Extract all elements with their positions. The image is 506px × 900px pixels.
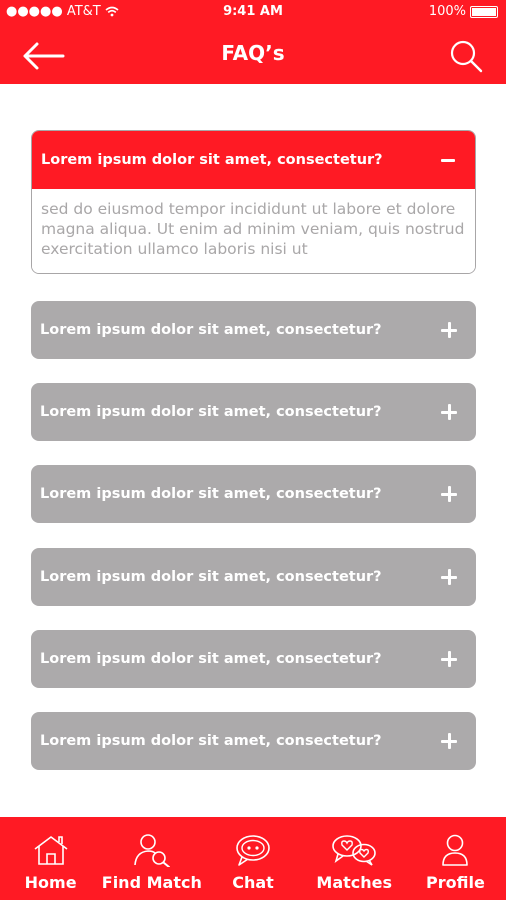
- profile-icon: [438, 833, 472, 867]
- nav-label: Profile: [426, 873, 485, 892]
- faq-question: Lorem ipsum dolor sit amet, consectetur?: [41, 152, 383, 168]
- search-icon: [450, 40, 483, 73]
- faq-question-header[interactable]: Lorem ipsum dolor sit amet, consectetur?: [31, 712, 476, 770]
- nav-profile[interactable]: Profile: [405, 817, 506, 900]
- search-button[interactable]: [446, 36, 486, 76]
- faq-answer: sed do eiusmod tempor incididunt ut labo…: [32, 189, 475, 273]
- chat-icon: [234, 833, 272, 867]
- nav-find-match[interactable]: Find Match: [101, 817, 202, 900]
- nav-label: Chat: [232, 873, 274, 892]
- expand-icon[interactable]: [440, 732, 458, 750]
- nav-home[interactable]: Home: [0, 817, 101, 900]
- faq-question: Lorem ipsum dolor sit amet, consectetur?: [40, 404, 382, 420]
- faq-question-header[interactable]: Lorem ipsum dolor sit amet, consectetur?: [31, 383, 476, 441]
- nav-label: Matches: [316, 873, 393, 892]
- faq-question: Lorem ipsum dolor sit amet, consectetur?: [40, 322, 382, 338]
- faq-question: Lorem ipsum dolor sit amet, consectetur?: [40, 569, 382, 585]
- faq-question: Lorem ipsum dolor sit amet, consectetur?: [40, 733, 382, 749]
- expand-icon[interactable]: [440, 403, 458, 421]
- battery-percent: 100%: [428, 4, 466, 19]
- nav-label: Find Match: [101, 873, 202, 892]
- faq-question: Lorem ipsum dolor sit amet, consectetur?: [40, 486, 382, 502]
- bottom-nav: Home Find Match Chat Matches Profile: [0, 817, 506, 900]
- status-right: 100%: [429, 4, 498, 19]
- faq-item[interactable]: Lorem ipsum dolor sit amet, consectetur?: [31, 301, 476, 359]
- faq-question-header[interactable]: Lorem ipsum dolor sit amet, consectetur?: [31, 548, 476, 606]
- faq-question-header[interactable]: Lorem ipsum dolor sit amet, consectetur?: [31, 465, 476, 523]
- status-bar: ●●●●● AT&T 9:41 AM 100%: [0, 0, 506, 24]
- expand-icon[interactable]: [440, 485, 458, 503]
- expand-icon[interactable]: [440, 321, 458, 339]
- faq-item[interactable]: Lorem ipsum dolor sit amet, consectetur?: [31, 548, 476, 606]
- nav-label: Home: [24, 873, 77, 892]
- expand-icon[interactable]: [440, 650, 458, 668]
- top-bar: ●●●●● AT&T 9:41 AM 100% FAQ’s: [0, 0, 506, 84]
- faq-question: Lorem ipsum dolor sit amet, consectetur?: [40, 651, 382, 667]
- faq-question-header[interactable]: Lorem ipsum dolor sit amet, consectetur?: [31, 630, 476, 688]
- faq-item[interactable]: Lorem ipsum dolor sit amet, consectetur?: [31, 712, 476, 770]
- page-title: FAQ’s: [221, 41, 285, 65]
- faq-item[interactable]: Lorem ipsum dolor sit amet, consectetur?: [31, 383, 476, 441]
- faq-question-header[interactable]: Lorem ipsum dolor sit amet, consectetur?: [31, 301, 476, 359]
- nav-chat[interactable]: Chat: [202, 817, 303, 900]
- find-match-icon: [133, 833, 171, 867]
- faq-item[interactable]: Lorem ipsum dolor sit amet, consectetur?: [31, 465, 476, 523]
- matches-icon: [331, 833, 377, 867]
- faq-item[interactable]: Lorem ipsum dolor sit amet, consectetur?: [31, 630, 476, 688]
- faq-question-header[interactable]: Lorem ipsum dolor sit amet, consectetur?: [32, 131, 475, 189]
- nav-matches[interactable]: Matches: [304, 817, 405, 900]
- expand-icon[interactable]: [440, 568, 458, 586]
- collapse-icon[interactable]: [439, 151, 457, 169]
- home-icon: [32, 833, 70, 867]
- battery-icon: [470, 5, 498, 18]
- faq-item: Lorem ipsum dolor sit amet, consectetur?…: [31, 130, 476, 274]
